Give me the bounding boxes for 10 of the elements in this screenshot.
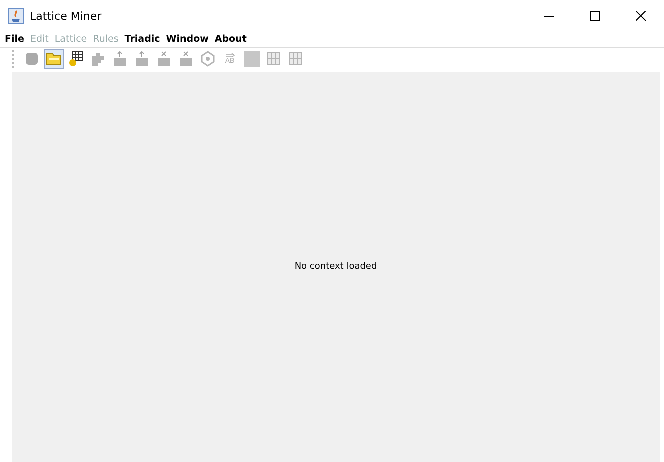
menu-item[interactable]: Window [163, 34, 212, 45]
window-title: Lattice Miner [30, 10, 102, 22]
menu-item[interactable]: Triadic [122, 34, 164, 45]
arrow-icon [226, 53, 234, 58]
status-message: No context loaded [294, 262, 378, 272]
app-icon [8, 8, 24, 24]
menu-item[interactable]: File [2, 34, 28, 45]
menu-item[interactable]: About [212, 34, 250, 45]
close-icon [636, 11, 646, 21]
maximize-icon [590, 11, 600, 21]
